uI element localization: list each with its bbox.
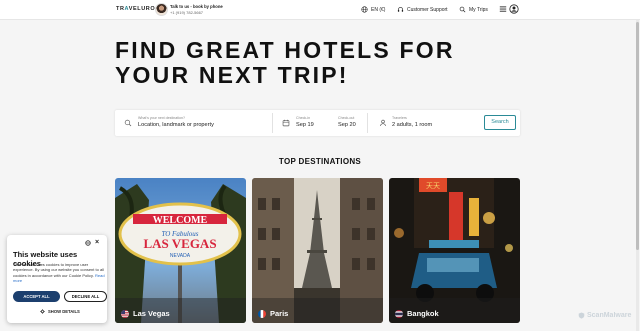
support-label: Customer Support: [407, 6, 448, 13]
checkin-value[interactable]: Sep 19: [296, 122, 314, 128]
search-icon: [459, 6, 466, 13]
svg-text:天天: 天天: [426, 182, 440, 190]
checkout-value[interactable]: Sep 20: [338, 122, 356, 128]
destination-label: Paris: [258, 309, 288, 318]
svg-text:WELCOME: WELCOME: [153, 215, 208, 226]
phone-number-link[interactable]: +1 (919) 782-5667: [170, 10, 203, 15]
th-flag-icon: [395, 309, 403, 318]
search-button[interactable]: Search: [484, 115, 516, 130]
paris-photo: [252, 178, 383, 323]
bangkok-photo: 天天: [389, 178, 520, 323]
search-icon: [124, 119, 132, 127]
destination-card-bangkok[interactable]: 天天 Bangkok: [389, 178, 520, 323]
top-destinations-heading: TOP DESTINATIONS: [278, 157, 362, 166]
person-icon: [380, 119, 386, 127]
cookie-consent-dialog: × This website uses cookies This website…: [7, 235, 107, 323]
travelers-value[interactable]: 2 adults, 1 room: [392, 122, 432, 128]
hero-title: FIND GREAT HOTELS FOR YOUR NEXT TRIP!: [115, 37, 455, 88]
top-header: TRAVELURO Talk to us - book by phone +1 …: [0, 0, 640, 20]
checkin-label: Check-in: [296, 116, 311, 120]
fr-flag-icon: [258, 309, 266, 318]
show-details-toggle[interactable]: SHOW DETAILS: [40, 309, 80, 314]
destination-field[interactable]: What's your next destination? Location, …: [115, 110, 272, 136]
globe-icon[interactable]: [85, 240, 91, 246]
language-currency-selector[interactable]: EN (€): [361, 6, 385, 13]
svg-text:NEVADA: NEVADA: [170, 253, 191, 259]
destination-label: Bangkok: [395, 309, 439, 318]
las-vegas-photo: WELCOME TO Fabulous LAS VEGAS NEVADA: [115, 178, 246, 323]
user-account-icon[interactable]: [509, 4, 519, 14]
travelers-label: Travelers: [392, 116, 407, 120]
customer-support-link[interactable]: Customer Support: [397, 6, 448, 13]
accept-all-button[interactable]: ACCEPT ALL: [13, 291, 60, 302]
my-trips-link[interactable]: My Trips: [459, 6, 488, 13]
shield-icon: [578, 312, 585, 319]
page-scrollbar-thumb[interactable]: [636, 22, 639, 250]
hamburger-menu-icon[interactable]: [499, 5, 507, 13]
destination-input[interactable]: Location, landmark or property: [138, 122, 214, 128]
hotel-search-bar: What's your next destination? Location, …: [115, 110, 520, 136]
destination-card-las-vegas[interactable]: WELCOME TO Fabulous LAS VEGAS NEVADA Las…: [115, 178, 246, 323]
destination-card-paris[interactable]: Paris: [252, 178, 383, 323]
destination-name: Las Vegas: [133, 309, 170, 318]
headset-icon: [397, 7, 404, 12]
agent-avatar: [155, 3, 168, 16]
destination-label: Las Vegas: [121, 309, 170, 318]
calendar-icon: [282, 119, 290, 127]
destination-name: Paris: [270, 309, 289, 318]
trips-label: My Trips: [469, 6, 488, 13]
us-flag-icon: [121, 309, 129, 318]
date-range-field[interactable]: Check-in Sep 19 Check-out Sep 20: [273, 110, 367, 136]
gear-icon: [40, 309, 45, 314]
destination-label: What's your next destination?: [138, 116, 186, 120]
travelers-field[interactable]: Travelers 2 adults, 1 room: [368, 110, 478, 136]
site-logo[interactable]: TRAVELURO: [116, 6, 155, 12]
globe-icon: [361, 6, 368, 13]
language-label: EN (€): [371, 6, 386, 13]
destination-name: Bangkok: [407, 309, 439, 318]
checkout-label: Check-out: [338, 116, 355, 120]
scanmalware-watermark: ScanMalware: [578, 312, 631, 319]
decline-all-button[interactable]: DECLINE ALL: [64, 291, 107, 302]
phone-booking-label: Talk to us - book by phone: [170, 4, 223, 9]
svg-text:LAS VEGAS: LAS VEGAS: [143, 236, 216, 251]
close-icon[interactable]: ×: [95, 239, 99, 246]
show-details-label: SHOW DETAILS: [48, 309, 80, 314]
cookie-description: This website uses cookies to improve use…: [13, 262, 105, 283]
